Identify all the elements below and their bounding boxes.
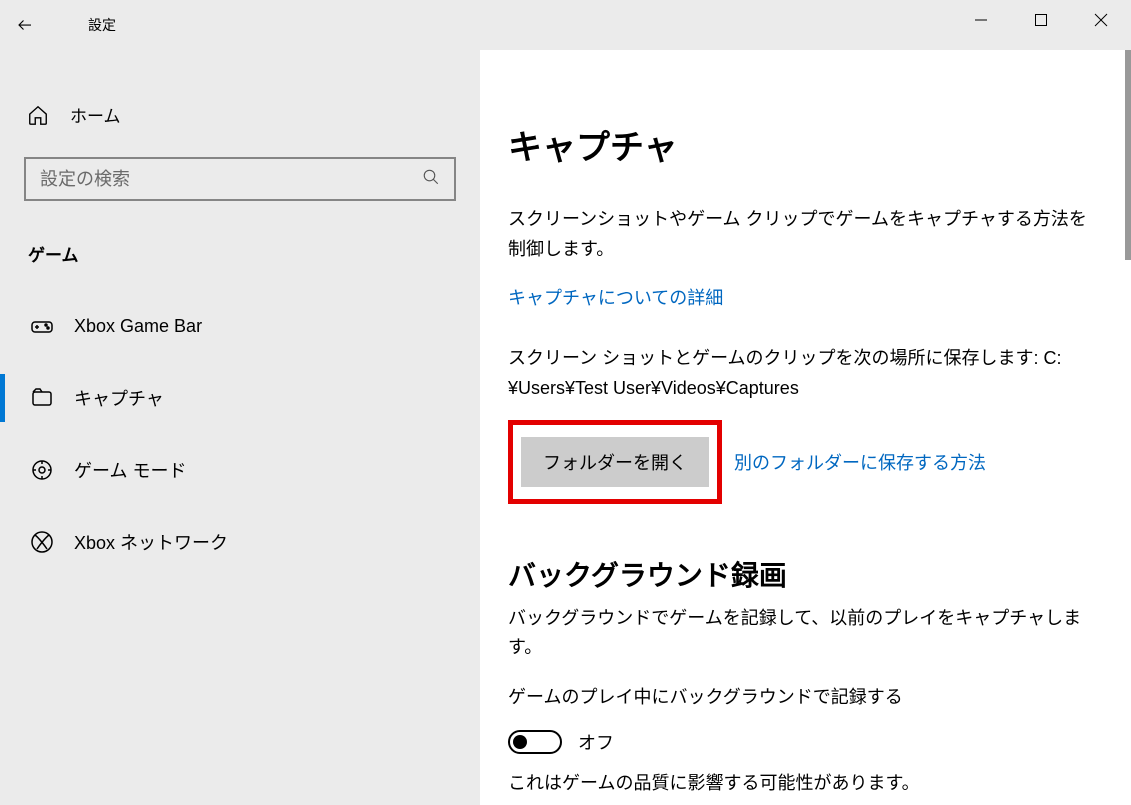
- arrow-left-icon: [16, 16, 34, 34]
- home-icon: [24, 104, 52, 126]
- learn-more-link[interactable]: キャプチャについての詳細: [508, 288, 723, 308]
- window-title: 設定: [88, 15, 116, 35]
- page-title: キャプチャ: [508, 120, 1101, 169]
- background-record-toggle[interactable]: [508, 730, 562, 754]
- intro-text: スクリーンショットやゲーム クリップでゲームをキャプチャする方法を制御します。: [508, 205, 1101, 264]
- window-controls: [951, 0, 1131, 40]
- search-input[interactable]: [40, 169, 422, 190]
- close-button[interactable]: [1071, 0, 1131, 40]
- home-label: ホーム: [70, 102, 121, 127]
- scrollbar[interactable]: [1125, 50, 1131, 260]
- maximize-button[interactable]: [1011, 0, 1071, 40]
- nav-label: キャプチャ: [74, 385, 164, 411]
- maximize-icon: [1034, 13, 1048, 27]
- game-bar-icon: [28, 314, 56, 338]
- open-folder-button[interactable]: フォルダーを開く: [521, 437, 709, 487]
- toggle-caption: ゲームのプレイ中にバックグラウンドで記録する: [508, 683, 1101, 713]
- save-location-text: スクリーン ショットとゲームのクリップを次の場所に保存します: C:¥Users…: [508, 344, 1101, 403]
- content-pane: キャプチャ スクリーンショットやゲーム クリップでゲームをキャプチャする方法を制…: [480, 50, 1131, 805]
- background-recording-title: バックグラウンド録画: [508, 554, 1101, 594]
- minimize-icon: [974, 13, 988, 27]
- search-box[interactable]: [24, 157, 456, 201]
- nav-item-xbox-game-bar[interactable]: Xbox Game Bar: [0, 290, 480, 362]
- sidebar: ホーム ゲーム Xbox Game Bar キャプチャ: [0, 50, 480, 805]
- nav-item-game-mode[interactable]: ゲーム モード: [0, 434, 480, 506]
- nav-label: Xbox Game Bar: [74, 316, 202, 337]
- nav-item-xbox-network[interactable]: Xbox ネットワーク: [0, 506, 480, 578]
- nav-label: Xbox ネットワーク: [74, 529, 228, 555]
- game-mode-icon: [28, 458, 56, 482]
- background-recording-desc: バックグラウンドでゲームを記録して、以前のプレイをキャプチャします。: [508, 604, 1101, 663]
- xbox-network-icon: [28, 530, 56, 554]
- capture-icon: [28, 386, 56, 410]
- titlebar: 設定: [0, 0, 1131, 50]
- quality-note: これはゲームの品質に影響する可能性があります。: [508, 769, 1101, 799]
- minimize-button[interactable]: [951, 0, 1011, 40]
- search-icon: [422, 168, 440, 191]
- toggle-state-label: オフ: [578, 729, 614, 755]
- back-button[interactable]: [0, 0, 50, 50]
- nav-label: ゲーム モード: [74, 457, 186, 483]
- close-icon: [1094, 13, 1108, 27]
- nav-item-capture[interactable]: キャプチャ: [0, 362, 480, 434]
- different-folder-link[interactable]: 別のフォルダー​に​保存​する​方法: [734, 449, 986, 475]
- category-label: ゲーム: [0, 229, 480, 290]
- toggle-knob: [513, 735, 527, 749]
- home-nav[interactable]: ホーム: [0, 90, 480, 139]
- highlight-box: フォルダーを開く: [508, 420, 722, 504]
